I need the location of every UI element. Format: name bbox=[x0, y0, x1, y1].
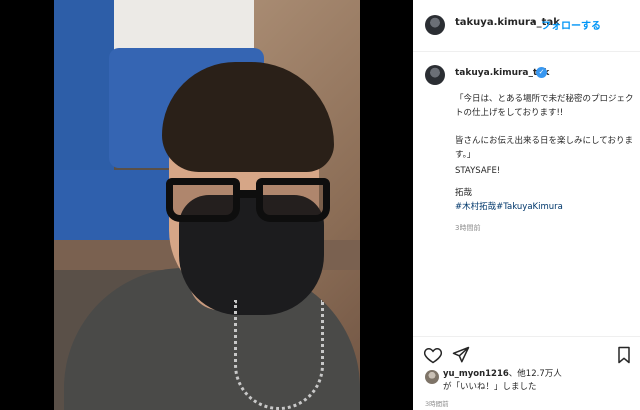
post-photo[interactable] bbox=[54, 0, 360, 410]
post-header: takuya.kimura_tak • フォローする bbox=[413, 0, 640, 52]
caption-line-2: 皆さんにお伝え出来る日を楽しみにしております。」 bbox=[455, 136, 633, 160]
instagram-post-viewer: takuya.kimura_tak • フォローする takuya.kimura… bbox=[0, 0, 640, 410]
liker-username-link[interactable]: yu_myon1216 bbox=[443, 369, 509, 379]
glasses-left-lens bbox=[166, 178, 240, 222]
header-separator: • bbox=[531, 17, 537, 28]
caption-line-4: 拓哉 bbox=[455, 188, 473, 198]
caption-timestamp: 3時間前 bbox=[455, 224, 481, 232]
hashtag-links[interactable]: #木村拓哉#TakuyaKimura bbox=[455, 202, 563, 212]
follow-button[interactable]: フォローする bbox=[541, 17, 601, 32]
caption-hashtags: #木村拓哉#TakuyaKimura bbox=[455, 200, 635, 214]
likes-suffix: が「いいね！」しました bbox=[443, 382, 537, 392]
author-avatar[interactable] bbox=[425, 15, 445, 35]
post-timestamp: 3時間前 bbox=[425, 400, 449, 408]
photo-glasses bbox=[166, 178, 334, 224]
post-side-panel: takuya.kimura_tak • フォローする takuya.kimura… bbox=[413, 0, 640, 410]
glasses-right-lens bbox=[256, 178, 330, 222]
caption-line-1: 「今日は、とある場所で未だ秘密のプロジェクトの仕上げをしております!! bbox=[455, 94, 634, 118]
photo-necklace bbox=[234, 300, 324, 410]
heart-icon[interactable] bbox=[423, 345, 443, 365]
caption-author-avatar[interactable] bbox=[425, 65, 445, 85]
likes-others-count[interactable]: 、他12.7万人 bbox=[509, 369, 562, 379]
verified-badge-icon: ✓ bbox=[536, 67, 547, 78]
bookmark-icon[interactable] bbox=[614, 345, 634, 365]
liker-avatar[interactable] bbox=[425, 370, 439, 384]
caption-line-3: STAYSAFE! bbox=[455, 166, 501, 176]
share-icon[interactable] bbox=[451, 345, 471, 365]
likes-summary: yu_myon1216、他12.7万人 が「いいね！」しました bbox=[443, 368, 562, 394]
